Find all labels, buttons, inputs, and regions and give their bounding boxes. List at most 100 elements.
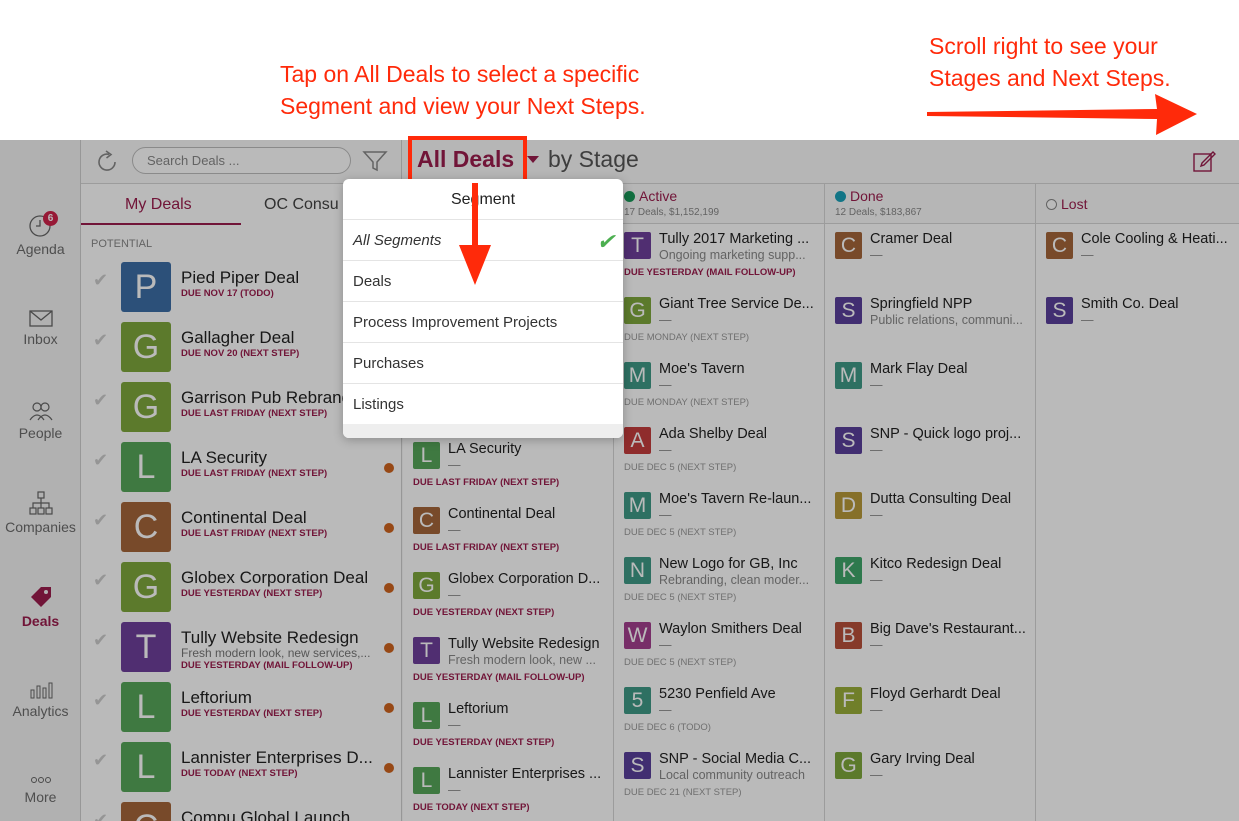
deal-card[interactable]: S SNP - Social Media C... Local community … <box>614 744 824 809</box>
deal-list-row[interactable]: ✔ T Tully Website Redesign Fresh modern loo… <box>81 618 402 678</box>
nav-companies[interactable]: Companies <box>0 490 81 535</box>
nav-deals-label: Deals <box>21 613 60 629</box>
deal-card-avatar: S <box>1046 297 1073 324</box>
deal-card[interactable]: L Leftorium — DUE YESTERDAY (NEXT STEP) <box>403 694 613 759</box>
deal-card[interactable]: C Cole Cooling & Heati... — <box>1036 224 1239 289</box>
nav-inbox[interactable]: Inbox <box>0 308 81 347</box>
deal-card[interactable]: F Floyd Gerhardt Deal — <box>825 679 1035 744</box>
deal-card[interactable]: L Lannister Enterprises ... — DUE TODAY (NE… <box>403 759 613 821</box>
deal-card-due: DUE YESTERDAY (MAIL FOLLOW-UP) <box>624 267 796 278</box>
nav-analytics[interactable]: Analytics <box>0 680 81 719</box>
status-dot-icon <box>384 463 394 473</box>
annotation-highlight-box <box>408 136 527 185</box>
checkmark-icon[interactable]: ✔ <box>93 330 108 351</box>
deal-due-date: DUE TODAY (NEXT STEP) <box>181 768 298 779</box>
deal-card-title: Leftorium <box>448 701 509 717</box>
deal-card-due: DUE YESTERDAY (MAIL FOLLOW-UP) <box>413 672 585 683</box>
deal-avatar: L <box>121 442 171 492</box>
segment-option-listings[interactable]: Listings <box>343 383 623 424</box>
deal-card[interactable]: L LA Security — DUE LAST FRIDAY (NEXT STEP) <box>403 434 613 499</box>
deal-list-row[interactable]: ✔ C Compu Global Launch <box>81 798 402 821</box>
checkmark-icon[interactable]: ✔ <box>93 270 108 291</box>
deal-card[interactable]: S Springfield NPP Public relations, commun… <box>825 289 1035 354</box>
deal-card-subtitle: — <box>870 378 883 392</box>
deal-card[interactable]: G Giant Tree Service De... — DUE MONDAY (NE… <box>614 289 824 354</box>
agenda-badge: 6 <box>43 211 58 226</box>
stage-column-done-header[interactable]: Done 12 Deals, $183,867 <box>825 184 1035 224</box>
nav-people[interactable]: People <box>0 400 81 441</box>
deal-card[interactable]: C Cramer Deal — <box>825 224 1035 289</box>
deal-card[interactable]: B Big Dave's Restaurant... — <box>825 614 1035 679</box>
checkmark-icon[interactable]: ✔ <box>93 390 108 411</box>
checkmark-icon[interactable]: ✔ <box>93 810 108 821</box>
deal-list-row[interactable]: ✔ L LA Security DUE LAST FRIDAY (NEXT STEP) <box>81 438 402 498</box>
deal-avatar: T <box>121 622 171 672</box>
deal-card[interactable]: 5 5230 Penfield Ave — DUE DEC 6 (TODO) <box>614 679 824 744</box>
deal-card-title: Cramer Deal <box>870 231 953 247</box>
checkmark-icon[interactable]: ✔ <box>93 570 108 591</box>
status-dot-icon <box>384 583 394 593</box>
deal-card[interactable]: G Gary Irving Deal — <box>825 744 1035 809</box>
chevron-down-icon[interactable] <box>526 155 540 165</box>
checkmark-icon[interactable]: ✔ <box>93 750 108 771</box>
deal-card[interactable]: D Dutta Consulting Deal — <box>825 484 1035 549</box>
deal-card[interactable]: M Mark Flay Deal — <box>825 354 1035 419</box>
checkmark-icon[interactable]: ✔ <box>93 510 108 531</box>
compose-icon[interactable] <box>1191 148 1217 174</box>
deal-card-subtitle: — <box>870 638 883 652</box>
tab-oc-consu[interactable]: OC Consu <box>264 196 339 214</box>
refresh-icon[interactable] <box>94 149 120 175</box>
nav-companies-label: Companies <box>5 519 76 535</box>
stage-column-lost-header[interactable]: Lost <box>1036 184 1239 224</box>
lost-dot-icon <box>1046 199 1057 210</box>
deal-card-subtitle: Local community outreach <box>659 768 805 782</box>
deal-card[interactable]: S SNP - Quick logo proj... — <box>825 419 1035 484</box>
checkmark-icon[interactable]: ✔ <box>93 690 108 711</box>
deal-card[interactable]: W Waylon Smithers Deal — DUE DEC 5 (NEXT ST… <box>614 614 824 679</box>
search-input[interactable]: Search Deals ... <box>132 147 351 174</box>
deal-due-date: DUE YESTERDAY (NEXT STEP) <box>181 588 323 599</box>
bar-chart-icon <box>30 682 52 699</box>
stage-column-active-header[interactable]: Active 17 Deals, $1,152,199 <box>614 184 824 224</box>
segment-option-process-improvement[interactable]: Process Improvement Projects <box>343 301 623 342</box>
nav-deals[interactable]: Deals <box>0 584 81 629</box>
segment-option-purchases[interactable]: Purchases <box>343 342 623 383</box>
deal-card[interactable]: G Globex Corporation D... — DUE YESTERDAY (… <box>403 564 613 629</box>
checkmark-icon[interactable]: ✔ <box>93 630 108 651</box>
deal-card-avatar: C <box>835 232 862 259</box>
deal-title: Compu Global Launch <box>181 808 351 821</box>
deal-card-subtitle: — <box>659 638 672 652</box>
deal-card[interactable]: S Smith Co. Deal — <box>1036 289 1239 354</box>
deal-list-row[interactable]: ✔ L Leftorium DUE YESTERDAY (NEXT STEP) <box>81 678 402 738</box>
deal-card[interactable]: T Tully Website Redesign Fresh modern look… <box>403 629 613 694</box>
deal-due-date: DUE YESTERDAY (MAIL FOLLOW-UP) <box>181 660 353 671</box>
deal-card[interactable]: N New Logo for GB, Inc Rebranding, clean m… <box>614 549 824 614</box>
deal-list-row[interactable]: ✔ L Lannister Enterprises D... DUE TODAY (N… <box>81 738 402 798</box>
checkmark-icon[interactable]: ✔ <box>93 450 108 471</box>
deal-card-title: Big Dave's Restaurant... <box>870 621 1026 637</box>
deal-card[interactable]: M Moe's Tavern Re-laun... — DUE DEC 5 (NEXT… <box>614 484 824 549</box>
deal-card-avatar: F <box>835 687 862 714</box>
deal-card[interactable]: M Moe's Tavern — DUE MONDAY (NEXT STEP) <box>614 354 824 419</box>
deal-card-title: SNP - Quick logo proj... <box>870 426 1022 442</box>
annotation-center: Tap on All Deals to select a specific Se… <box>280 58 646 122</box>
deal-card[interactable]: T Tully 2017 Marketing ... Ongoing marketi… <box>614 224 824 289</box>
deal-avatar: G <box>121 382 171 432</box>
deal-card[interactable]: A Ada Shelby Deal — DUE DEC 5 (NEXT STEP) <box>614 419 824 484</box>
deal-due-date: DUE LAST FRIDAY (NEXT STEP) <box>181 468 328 479</box>
tab-my-deals[interactable]: My Deals <box>125 196 192 214</box>
filter-icon[interactable] <box>362 148 388 174</box>
deal-card-subtitle: Ongoing marketing supp... <box>659 248 806 262</box>
nav-more[interactable]: More <box>0 774 81 805</box>
deal-list-row[interactable]: ✔ G Globex Corporation Deal DUE YESTERDAY (… <box>81 558 402 618</box>
deal-due-date: DUE NOV 20 (NEXT STEP) <box>181 348 300 359</box>
deal-card-due: DUE DEC 6 (TODO) <box>624 722 711 733</box>
deal-card-title: Ada Shelby Deal <box>659 426 768 442</box>
deal-card-due: DUE YESTERDAY (NEXT STEP) <box>413 737 555 748</box>
deal-card-subtitle: — <box>1081 248 1094 262</box>
nav-agenda[interactable]: 6 Agenda <box>0 211 81 257</box>
deal-list-row[interactable]: ✔ C Continental Deal DUE LAST FRIDAY (NEXT … <box>81 498 402 558</box>
deal-card-subtitle: — <box>870 573 883 587</box>
deal-card[interactable]: C Continental Deal — DUE LAST FRIDAY (NEXT … <box>403 499 613 564</box>
deal-card[interactable]: K Kitco Redesign Deal — <box>825 549 1035 614</box>
